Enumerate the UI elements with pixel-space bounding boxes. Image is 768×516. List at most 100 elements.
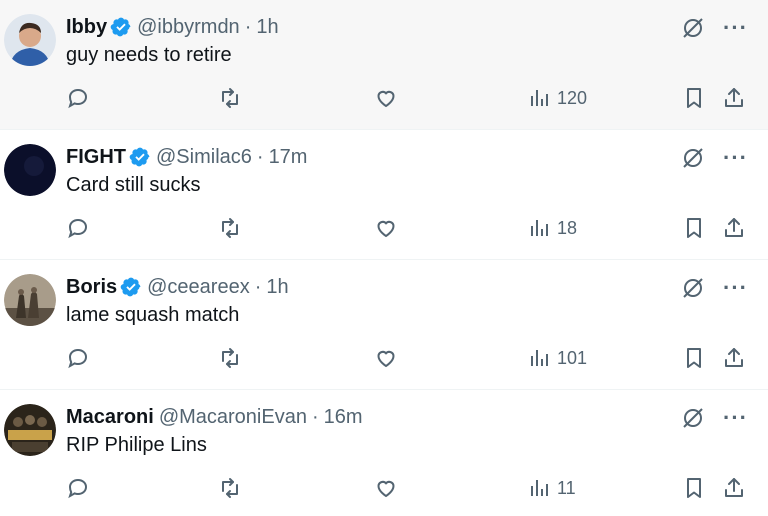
share-icon <box>722 476 746 500</box>
retweet-icon <box>218 86 242 110</box>
like-button[interactable] <box>374 216 398 240</box>
more-icon[interactable]: ··· <box>723 147 748 169</box>
timestamp[interactable]: 17m <box>269 146 308 169</box>
views-icon <box>528 476 552 500</box>
timestamp[interactable]: 1h <box>266 276 288 299</box>
display-name[interactable]: Macaroni <box>66 406 154 429</box>
display-name[interactable]: Ibby <box>66 16 107 39</box>
like-button[interactable] <box>374 346 398 370</box>
reply-icon <box>66 216 90 240</box>
tweet-top-controls: ··· <box>681 406 748 430</box>
like-button[interactable] <box>374 476 398 500</box>
bookmark-icon <box>682 216 706 240</box>
views-icon <box>528 216 552 240</box>
views-count: 11 <box>557 477 576 498</box>
views-count: 101 <box>557 347 588 368</box>
timestamp[interactable]: 16m <box>324 406 363 429</box>
reply-button[interactable] <box>66 216 90 240</box>
tweet-text: RIP Philipe Lins <box>66 434 207 456</box>
avatar[interactable] <box>4 404 56 456</box>
like-icon <box>374 86 398 110</box>
tweet-header: Ibby @ibbyrmdn · 1h <box>66 14 279 40</box>
views-button[interactable]: 120 <box>528 86 587 110</box>
grok-icon[interactable] <box>681 16 705 40</box>
share-button[interactable] <box>722 216 746 240</box>
tweet-text: lame squash match <box>66 304 240 326</box>
share-icon <box>722 346 746 370</box>
views-icon <box>528 86 552 110</box>
bookmark-button[interactable] <box>682 346 706 370</box>
share-button[interactable] <box>722 346 746 370</box>
reply-button[interactable] <box>66 346 90 370</box>
retweet-button[interactable] <box>218 346 242 370</box>
views-icon <box>528 346 552 370</box>
user-handle[interactable]: @MacaroniEvan <box>159 406 307 429</box>
tweet-top-controls: ··· <box>681 276 748 300</box>
avatar[interactable] <box>4 144 56 196</box>
reply-button[interactable] <box>66 476 90 500</box>
tweet-text: Card still sucks <box>66 174 201 196</box>
bookmark-icon <box>682 476 706 500</box>
separator: · <box>254 275 262 298</box>
views-button[interactable]: 18 <box>528 216 577 240</box>
grok-icon[interactable] <box>681 406 705 430</box>
action-bar: 120 <box>66 86 748 112</box>
like-icon <box>374 476 398 500</box>
tweet-top-controls: ··· <box>681 16 748 40</box>
reply-button[interactable] <box>66 86 90 110</box>
retweet-icon <box>218 346 242 370</box>
share-button[interactable] <box>722 476 746 500</box>
display-name[interactable]: FIGHT <box>66 146 126 169</box>
bookmark-icon <box>682 346 706 370</box>
retweet-button[interactable] <box>218 476 242 500</box>
bookmark-button[interactable] <box>682 476 706 500</box>
tweet-top-controls: ··· <box>681 146 748 170</box>
action-bar: 11 <box>66 476 748 502</box>
user-handle[interactable]: @Similac6 <box>156 146 252 169</box>
like-button[interactable] <box>374 86 398 110</box>
share-icon <box>722 216 746 240</box>
reply-icon <box>66 86 90 110</box>
more-icon[interactable]: ··· <box>723 277 748 299</box>
user-handle[interactable]: @ibbyrmdn <box>137 16 240 39</box>
grok-icon[interactable] <box>681 146 705 170</box>
retweet-icon <box>218 476 242 500</box>
views-count: 120 <box>557 87 588 108</box>
separator: · <box>311 405 319 428</box>
tweet-header: Macaroni @MacaroniEvan · 16m <box>66 404 363 430</box>
more-icon[interactable]: ··· <box>723 407 748 429</box>
verified-badge-icon <box>129 146 151 168</box>
separator: · <box>244 15 252 38</box>
share-icon <box>722 86 746 110</box>
timestamp[interactable]: 1h <box>256 16 278 39</box>
retweet-icon <box>218 216 242 240</box>
user-handle[interactable]: @ceeareex <box>147 276 250 299</box>
tweet[interactable]: FIGHT @Similac6 · 17m Card still sucks ·… <box>0 130 768 260</box>
like-icon <box>374 346 398 370</box>
separator: · <box>256 145 264 168</box>
action-bar: 101 <box>66 346 748 372</box>
like-icon <box>374 216 398 240</box>
tweet[interactable]: Macaroni @MacaroniEvan · 16m RIP Philipe… <box>0 390 768 516</box>
more-icon[interactable]: ··· <box>723 17 748 39</box>
action-bar: 18 <box>66 216 748 242</box>
views-button[interactable]: 11 <box>528 476 576 500</box>
share-button[interactable] <box>722 86 746 110</box>
views-button[interactable]: 101 <box>528 346 587 370</box>
retweet-button[interactable] <box>218 216 242 240</box>
tweet[interactable]: Ibby @ibbyrmdn · 1h guy needs to retire … <box>0 0 768 130</box>
avatar[interactable] <box>4 14 56 66</box>
reply-icon <box>66 476 90 500</box>
bookmark-icon <box>682 86 706 110</box>
views-count: 18 <box>557 217 578 238</box>
bookmark-button[interactable] <box>682 86 706 110</box>
tweet[interactable]: Boris @ceeareex · 1h lame squash match ·… <box>0 260 768 390</box>
verified-badge-icon <box>120 276 142 298</box>
display-name[interactable]: Boris <box>66 276 117 299</box>
timeline-feed: Ibby @ibbyrmdn · 1h guy needs to retire … <box>0 0 768 516</box>
bookmark-button[interactable] <box>682 216 706 240</box>
grok-icon[interactable] <box>681 276 705 300</box>
retweet-button[interactable] <box>218 86 242 110</box>
verified-badge-icon <box>110 16 132 38</box>
avatar[interactable] <box>4 274 56 326</box>
